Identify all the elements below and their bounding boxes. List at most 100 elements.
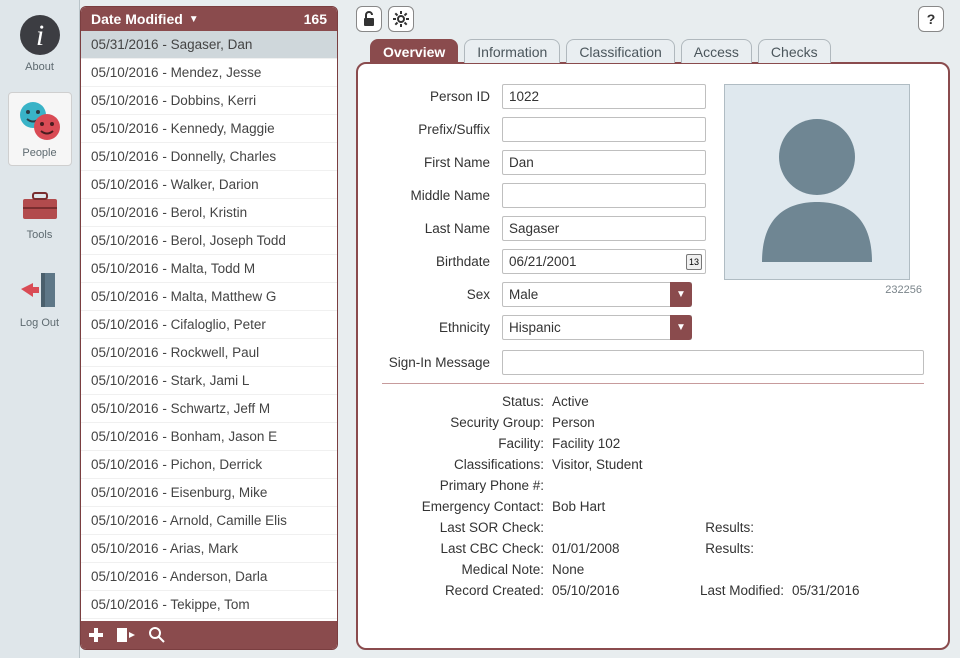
list-row[interactable]: 05/10/2016 - Malta, Todd M <box>81 255 337 283</box>
tab-access[interactable]: Access <box>681 39 752 63</box>
label-birthdate: Birthdate <box>382 254 502 269</box>
list-row[interactable]: 05/10/2016 - Berol, Kristin <box>81 199 337 227</box>
value-medical-note: None <box>552 562 672 577</box>
value-status: Active <box>552 394 672 409</box>
search-icon <box>149 627 165 643</box>
label-medical-note: Medical Note: <box>382 562 552 577</box>
value-sor-results <box>762 520 882 535</box>
tab-information[interactable]: Information <box>464 39 560 63</box>
select-sex[interactable] <box>502 282 692 307</box>
help-icon: ? <box>923 11 939 27</box>
list-row[interactable]: 05/10/2016 - Berol, Joseph Todd <box>81 227 337 255</box>
label-sor-results: Results: <box>672 520 762 535</box>
photo-id: 232256 <box>724 284 924 296</box>
nav-tools[interactable]: Tools <box>8 178 72 248</box>
tab-overview[interactable]: Overview <box>370 39 458 63</box>
tab-classification[interactable]: Classification <box>566 39 674 63</box>
value-last-cbc: 01/01/2008 <box>552 541 672 556</box>
export-button[interactable] <box>117 628 135 642</box>
list-row[interactable]: 05/31/2016 - Sagaser, Dan <box>81 31 337 59</box>
list-row[interactable]: 05/10/2016 - Anderson, Darla <box>81 563 337 591</box>
input-birthdate[interactable] <box>502 249 706 274</box>
nav-about[interactable]: i About <box>8 6 72 80</box>
value-security-group: Person <box>552 415 672 430</box>
input-middle-name[interactable] <box>502 183 706 208</box>
info-icon: i <box>18 13 62 57</box>
label-cbc-results: Results: <box>672 541 762 556</box>
export-icon <box>117 628 135 642</box>
list-header-title: Date Modified <box>91 11 183 27</box>
list-row[interactable]: 05/10/2016 - Kennedy, Maggie <box>81 115 337 143</box>
nav-logout-label: Log Out <box>20 317 59 329</box>
tab-checks[interactable]: Checks <box>758 39 831 63</box>
value-classifications: Visitor, Student <box>552 457 672 472</box>
list-row[interactable]: 05/10/2016 - Dobbins, Kerri <box>81 87 337 115</box>
list-row[interactable]: 05/10/2016 - Cifaloglio, Peter <box>81 311 337 339</box>
toolbox-icon <box>17 185 63 225</box>
input-person-id[interactable] <box>502 84 706 109</box>
list-header-count: 165 <box>304 11 327 27</box>
input-signin-msg[interactable] <box>502 350 924 375</box>
photo-placeholder[interactable] <box>724 84 910 280</box>
chevron-down-icon[interactable]: ▼ <box>670 315 692 340</box>
label-sex: Sex <box>382 287 502 302</box>
list-row[interactable]: 05/10/2016 - Bonham, Jason E <box>81 423 337 451</box>
details-section: Status:Active Security Group:Person Faci… <box>382 394 924 598</box>
list-row[interactable]: 05/10/2016 - Walker, Darion <box>81 171 337 199</box>
value-cbc-results <box>762 541 882 556</box>
list-body[interactable]: 05/31/2016 - Sagaser, Dan05/10/2016 - Me… <box>81 31 337 621</box>
list-row[interactable]: 05/10/2016 - Malta, Matthew G <box>81 283 337 311</box>
list-row[interactable]: 05/10/2016 - Stark, Jami L <box>81 367 337 395</box>
value-facility: Facility 102 <box>552 436 672 451</box>
list-row[interactable]: 05/10/2016 - Schwartz, Jeff M <box>81 395 337 423</box>
help-button[interactable]: ? <box>918 6 944 32</box>
list-footer <box>81 621 337 649</box>
label-classifications: Classifications: <box>382 457 552 472</box>
unlock-icon <box>361 11 377 27</box>
left-nav: i About People Tools <box>0 0 80 658</box>
value-emergency-contact: Bob Hart <box>552 499 672 514</box>
plus-icon <box>89 628 103 642</box>
overview-card: Person ID Prefix/Suffix First Name Middl… <box>356 62 950 650</box>
label-middle-name: Middle Name <box>382 188 502 203</box>
list-row[interactable]: 05/10/2016 - Arnold, Camille Elis <box>81 507 337 535</box>
person-silhouette-icon <box>742 102 892 262</box>
label-record-created: Record Created: <box>382 583 552 598</box>
logout-icon <box>17 267 63 313</box>
add-button[interactable] <box>89 628 103 642</box>
list-row[interactable]: 05/10/2016 - Arias, Mark <box>81 535 337 563</box>
people-icon <box>15 99 65 143</box>
nav-about-label: About <box>25 61 54 73</box>
input-last-name[interactable] <box>502 216 706 241</box>
chevron-down-icon[interactable]: ▼ <box>670 282 692 307</box>
search-button[interactable] <box>149 627 165 643</box>
value-last-sor <box>552 520 672 535</box>
input-first-name[interactable] <box>502 150 706 175</box>
nav-people[interactable]: People <box>8 92 72 166</box>
list-row[interactable]: 05/10/2016 - Mendez, Jesse <box>81 59 337 87</box>
nav-logout[interactable]: Log Out <box>8 260 72 336</box>
divider <box>382 383 924 384</box>
label-last-sor: Last SOR Check: <box>382 520 552 535</box>
label-first-name: First Name <box>382 155 502 170</box>
label-person-id: Person ID <box>382 89 502 104</box>
label-facility: Facility: <box>382 436 552 451</box>
list-header[interactable]: Date Modified ▼ 165 <box>81 7 337 31</box>
main: ? OverviewInformationClassification Acces… <box>350 0 960 658</box>
value-record-created: 05/10/2016 <box>552 583 672 598</box>
nav-tools-label: Tools <box>27 229 53 241</box>
nav-people-label: People <box>22 147 56 159</box>
list-row[interactable]: 05/10/2016 - Tekippe, Tom <box>81 591 337 619</box>
value-primary-phone <box>552 478 672 493</box>
list-row[interactable]: 05/10/2016 - Donnelly, Charles <box>81 143 337 171</box>
calendar-icon[interactable]: 13 <box>686 254 702 270</box>
settings-button[interactable] <box>388 6 414 32</box>
label-prefix-suffix: Prefix/Suffix <box>382 122 502 137</box>
list-row[interactable]: 05/10/2016 - Pichon, Derrick <box>81 451 337 479</box>
unlock-button[interactable] <box>356 6 382 32</box>
input-prefix-suffix[interactable] <box>502 117 706 142</box>
list-row[interactable]: 05/10/2016 - Rockwell, Paul <box>81 339 337 367</box>
select-ethnicity[interactable] <box>502 315 692 340</box>
label-ethnicity: Ethnicity <box>382 320 502 335</box>
list-row[interactable]: 05/10/2016 - Eisenburg, Mike <box>81 479 337 507</box>
